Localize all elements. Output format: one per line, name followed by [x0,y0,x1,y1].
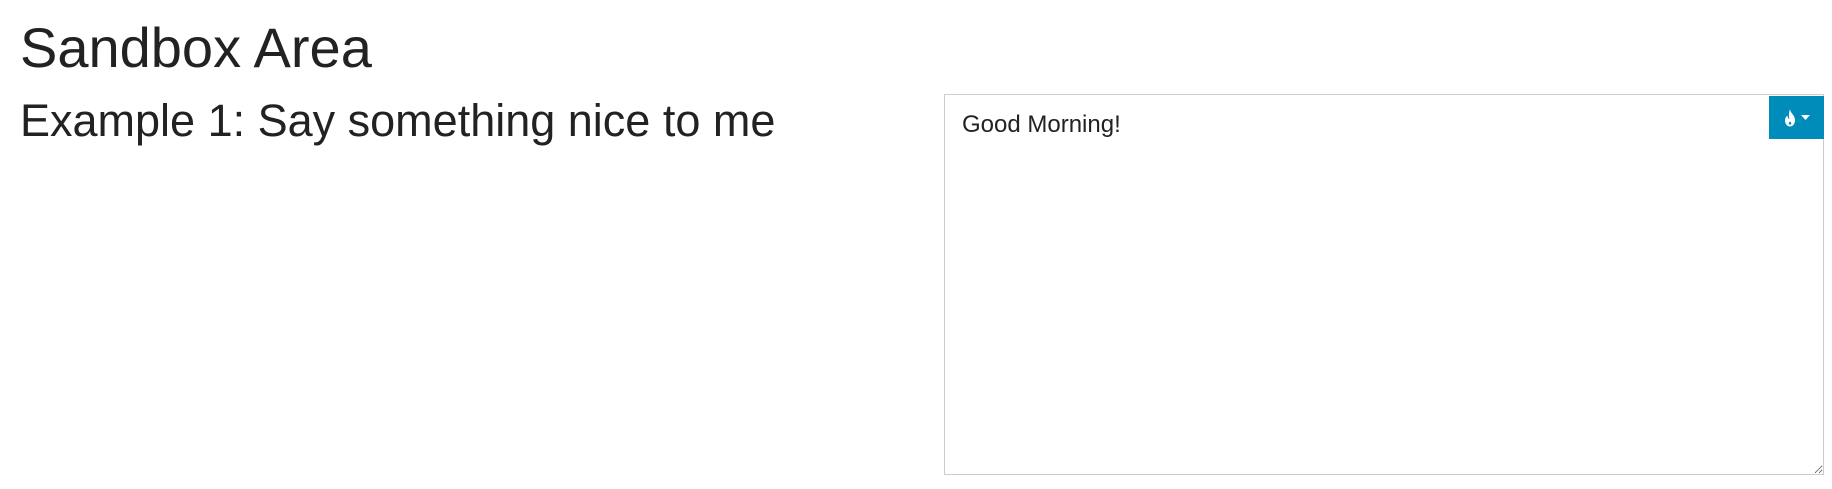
flame-icon [1783,108,1797,127]
caret-down-icon [1801,114,1810,121]
example-heading: Example 1: Say something nice to me [20,95,776,146]
editor-container: Good Morning! [944,94,1824,475]
text-tool-dropdown-button[interactable] [1769,96,1824,139]
page-title: Sandbox Area [20,16,372,79]
message-textarea[interactable]: Good Morning! [944,94,1824,475]
